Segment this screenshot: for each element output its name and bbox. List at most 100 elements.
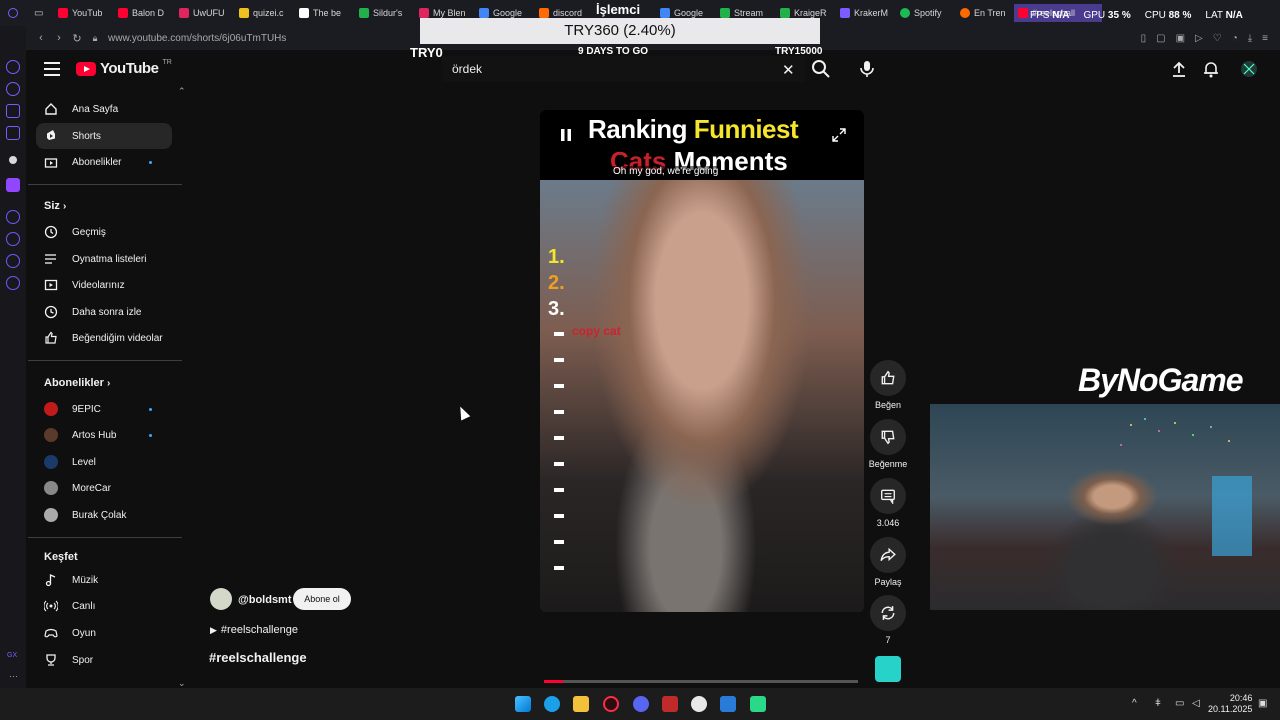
search-input[interactable]: ördek [442, 56, 806, 82]
pause-icon[interactable] [560, 128, 572, 142]
video-hashtag-title[interactable]: #reelschallenge [209, 650, 307, 665]
sidebar-item-label: Müzik [72, 574, 99, 586]
sidebar-subscriptions-heading[interactable]: Abonelikler › [44, 377, 110, 389]
easy-setup-icon[interactable]: ≡ [1262, 33, 1268, 44]
channel-name[interactable]: @boldsmt [238, 594, 292, 606]
discord-icon[interactable] [633, 696, 649, 712]
browser-tab[interactable]: Sildur's [359, 4, 409, 22]
sidebar-channel-artos-hub[interactable]: Artos Hub [36, 422, 172, 448]
opera-menu-icon[interactable] [8, 4, 18, 22]
netflix-icon[interactable] [662, 696, 678, 712]
sidebar-item-liked-videos[interactable]: Beğendiğim videolar [36, 325, 172, 351]
chevron-up-icon[interactable]: ^ [1132, 698, 1142, 709]
sidebar-item-subscriptions[interactable]: Abonelikler [36, 149, 172, 175]
sound-thumbnail[interactable] [875, 656, 901, 682]
browser-tab[interactable]: UwUFU [179, 4, 229, 22]
download-icon[interactable]: ⤓ [1248, 33, 1252, 44]
forward-icon[interactable]: › [50, 32, 68, 44]
ai-icon[interactable] [6, 82, 20, 96]
sidebar-item-label: Level [72, 456, 96, 468]
sidebar-item-music[interactable]: Müzik [36, 567, 172, 593]
browser-tab[interactable]: En Tren [960, 4, 1010, 22]
hamburger-menu-icon[interactable] [44, 62, 60, 76]
obs-icon[interactable] [750, 696, 766, 712]
app-icon[interactable] [720, 696, 736, 712]
sports-icon [46, 654, 56, 666]
bookmark-icon[interactable]: ▯ [1141, 33, 1147, 44]
sidebar-item-sports[interactable]: Spor [36, 647, 172, 673]
browser-tab[interactable]: Spotify [900, 4, 950, 22]
history-rail-icon[interactable] [6, 232, 20, 246]
profile-icon[interactable]: ◔ [1232, 33, 1238, 44]
url-field[interactable]: www.youtube.com/shorts/6j06uTmTUHs [108, 33, 286, 44]
snapshot-icon[interactable]: ▢ [1156, 33, 1165, 44]
subscribe-button[interactable]: Abone ol [293, 588, 351, 610]
browser-tab[interactable]: quizei.c [239, 4, 289, 22]
browser-tab[interactable]: The be [299, 4, 349, 22]
extensions-icon[interactable] [6, 254, 20, 268]
file-explorer-icon[interactable] [573, 696, 589, 712]
network-icon[interactable]: ▭ [1175, 698, 1185, 709]
notifications-tray-icon[interactable]: ▣ [1258, 698, 1268, 709]
sidebar-item-your-videos[interactable]: Videolarınız [36, 272, 172, 298]
channel-avatar[interactable] [210, 588, 232, 610]
start-icon[interactable] [515, 696, 531, 712]
search-icon[interactable] [810, 58, 832, 80]
video-progress-bar[interactable] [544, 680, 858, 683]
comments-button[interactable]: 3.046 [868, 478, 908, 528]
sidebar-item-playlists[interactable]: Oynatma listeleri [36, 246, 172, 272]
share-button[interactable]: Paylaş [868, 537, 908, 587]
hashtag-link[interactable]: ▶ #reelschallenge [210, 624, 298, 636]
more-icon[interactable]: ··· [9, 671, 18, 681]
scroll-up-icon[interactable]: ⌃ [178, 86, 186, 97]
pinned-app-icon[interactable] [9, 156, 17, 164]
sidebar-item-live[interactable]: Canlı [36, 593, 172, 619]
sidebar-item-watch-later[interactable]: Daha sonra izle [36, 299, 172, 325]
sidebar-channel-burak-colak[interactable]: Burak Çolak [36, 502, 172, 528]
vpn-icon[interactable]: ▣ [1176, 33, 1185, 44]
new-content-dot [149, 433, 152, 437]
like-label: Beğen [874, 400, 902, 410]
microphone-icon[interactable] [856, 58, 878, 80]
sidebar-item-shorts[interactable]: Shorts [36, 123, 172, 149]
back-icon[interactable]: ‹ [32, 32, 50, 44]
notifications-icon[interactable] [1202, 60, 1220, 78]
sidebar-item-history[interactable]: Geçmiş [36, 219, 172, 245]
messenger-icon[interactable] [6, 60, 20, 74]
tab-menu-icon[interactable]: ▭ [34, 4, 43, 22]
mail-icon[interactable] [6, 126, 20, 140]
heart-icon[interactable]: ♡ [1213, 33, 1222, 44]
player-icon[interactable] [6, 210, 20, 224]
dislike-button[interactable]: Beğenme [868, 419, 908, 469]
logo-text: YouTube [100, 60, 159, 77]
settings-rail-icon[interactable] [6, 276, 20, 290]
clear-search-icon[interactable]: ✕ [782, 61, 795, 79]
reload-icon[interactable]: ↻ [68, 32, 86, 45]
music-app-icon[interactable] [691, 696, 707, 712]
sidebar-channel-morecar[interactable]: MoreCar [36, 475, 172, 501]
send-icon[interactable]: ▷ [1195, 33, 1203, 44]
upload-icon[interactable] [1170, 60, 1188, 78]
like-button[interactable]: Beğen [868, 360, 908, 410]
sidebar-item-home[interactable]: Ana Sayfa [36, 96, 172, 122]
youtube-logo[interactable]: YouTube TR [76, 59, 172, 77]
shorts-player[interactable]: 1. 2. 3. copy cat Ranking Funniest Cats … [540, 110, 864, 612]
workspace-icon[interactable] [6, 104, 20, 118]
browser-tab[interactable]: YouTub [58, 4, 108, 22]
fullscreen-icon[interactable] [832, 128, 846, 142]
gx-icon[interactable]: GX [7, 652, 17, 659]
edge-icon[interactable] [544, 696, 560, 712]
sidebar-item-gaming[interactable]: Oyun [36, 620, 172, 646]
browser-tab[interactable]: KrakerM [840, 4, 890, 22]
sidebar-channel-9epic[interactable]: 9EPIC [36, 396, 172, 422]
opera-gx-icon[interactable] [603, 696, 619, 712]
volume-icon[interactable]: ◁ [1192, 698, 1202, 709]
sidebar-channel-level[interactable]: Level [36, 449, 172, 475]
microphone-tray-icon[interactable]: ǂ [1155, 698, 1165, 709]
browser-tab[interactable]: Balon D [118, 4, 168, 22]
remix-button[interactable]: 7 [868, 595, 908, 645]
sidebar-you-heading[interactable]: Siz › [44, 200, 66, 212]
clock[interactable]: 20:46 20.11.2025 [1208, 693, 1252, 715]
account-avatar[interactable] [1240, 60, 1258, 78]
twitch-icon[interactable] [6, 178, 20, 192]
